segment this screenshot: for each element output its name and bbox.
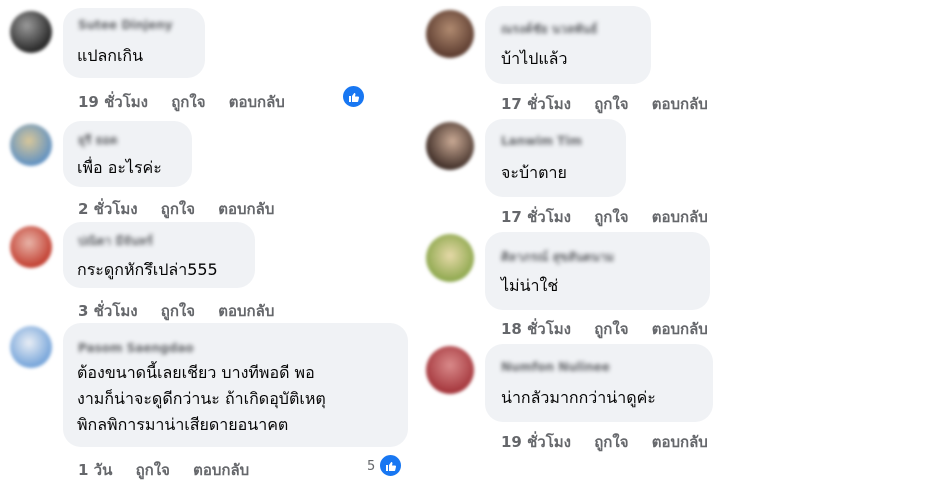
avatar[interactable] — [426, 234, 474, 282]
comment-text: จะบ้าตาย — [501, 163, 567, 182]
reply-button[interactable]: ตอบกลับ — [193, 461, 249, 479]
like-button[interactable]: ถูกใจ — [594, 95, 628, 113]
comment-timestamp[interactable]: 17 ชั่วโมง — [501, 208, 571, 226]
comment-author[interactable]: ณรงค์ชัย นวลพันธ์ — [501, 20, 598, 39]
avatar[interactable] — [426, 346, 474, 394]
comment-bubble — [485, 6, 651, 84]
comment-meta: 1 วัน ถูกใจ ตอบกลับ — [78, 458, 267, 482]
comment-meta: 17 ชั่วโมง ถูกใจ ตอบกลับ — [501, 205, 726, 229]
avatar[interactable] — [426, 122, 474, 170]
comment-author[interactable]: ศิลาภรณ์ สุขสันตนาม — [501, 248, 614, 267]
reply-button[interactable]: ตอบกลับ — [218, 302, 274, 320]
like-button[interactable]: ถูกใจ — [136, 461, 170, 479]
thumbs-up-icon[interactable] — [341, 84, 366, 109]
avatar[interactable] — [10, 11, 52, 53]
comment-timestamp[interactable]: 19 ชั่วโมง — [501, 433, 571, 451]
comment-meta: 19 ชั่วโมง ถูกใจ ตอบกลับ — [78, 90, 303, 114]
avatar[interactable] — [10, 226, 52, 268]
comment-bubble — [485, 232, 710, 310]
comment-text: น่ากลัวมากกว่าน่าดูค่ะ — [501, 388, 656, 407]
comment-text: บ้าไปแล้ว — [501, 49, 568, 68]
reply-button[interactable]: ตอบกลับ — [652, 320, 708, 338]
comment-bubble — [485, 119, 626, 197]
comment-timestamp[interactable]: 17 ชั่วโมง — [501, 95, 571, 113]
like-button[interactable]: ถูกใจ — [594, 208, 628, 226]
comment-author[interactable]: ปณิตา มีจันทร์ — [78, 232, 153, 251]
like-button[interactable]: ถูกใจ — [594, 433, 628, 451]
reaction-count[interactable]: 5 — [367, 459, 375, 474]
comment-text: พิกลพิการมาน่าเสียดายอนาคต — [77, 415, 289, 434]
avatar[interactable] — [10, 124, 52, 166]
comment-timestamp[interactable]: 19 ชั่วโมง — [78, 93, 148, 111]
comment-timestamp[interactable]: 18 ชั่วโมง — [501, 320, 571, 338]
like-button[interactable]: ถูกใจ — [161, 200, 195, 218]
comment-timestamp[interactable]: 1 วัน — [78, 461, 112, 479]
like-button[interactable]: ถูกใจ — [594, 320, 628, 338]
comment-text: แปลกเกิน — [77, 46, 144, 65]
reply-button[interactable]: ตอบกลับ — [652, 95, 708, 113]
comment-meta: 19 ชั่วโมง ถูกใจ ตอบกลับ — [501, 430, 726, 454]
comment-timestamp[interactable]: 3 ชั่วโมง — [78, 302, 138, 320]
comment-text: ต้องขนาดนี้เลยเชียว บางทีพอดี พอ — [77, 363, 315, 382]
reply-button[interactable]: ตอบกลับ — [652, 433, 708, 451]
avatar[interactable] — [426, 10, 474, 58]
comment-author[interactable]: Sutee Dinjeny — [78, 18, 173, 32]
comment-timestamp[interactable]: 2 ชั่วโมง — [78, 200, 138, 218]
comment-author[interactable]: Pasom Saengdao — [78, 341, 194, 355]
comment-meta: 18 ชั่วโมง ถูกใจ ตอบกลับ — [501, 317, 726, 341]
reply-button[interactable]: ตอบกลับ — [652, 208, 708, 226]
like-button[interactable]: ถูกใจ — [161, 302, 195, 320]
comment-text: ไม่น่าใช่ — [501, 276, 559, 295]
comment-meta: 3 ชั่วโมง ถูกใจ ตอบกลับ — [78, 299, 292, 323]
comment-author[interactable]: Numfon Nulinee — [501, 360, 610, 374]
comment-bubble — [485, 344, 713, 422]
reply-button[interactable]: ตอบกลับ — [229, 93, 285, 111]
comment-author[interactable]: ยุรี ยอด — [78, 131, 118, 150]
avatar[interactable] — [10, 326, 52, 368]
like-button[interactable]: ถูกใจ — [171, 93, 205, 111]
thumbs-up-icon[interactable] — [378, 453, 403, 478]
comment-meta: 2 ชั่วโมง ถูกใจ ตอบกลับ — [78, 197, 292, 221]
comment-text: งามก็น่าจะดูดีกว่านะ ถ้าเกิดอุบัติเหตุ — [77, 389, 326, 408]
comment-text: กระดูกหักรึเปล่า555 — [77, 260, 218, 279]
comment-author[interactable]: Lanwim Tim — [501, 134, 582, 148]
comment-meta: 17 ชั่วโมง ถูกใจ ตอบกลับ — [501, 92, 726, 116]
comment-text: เพื่อ อะไรค่ะ — [77, 158, 162, 177]
reply-button[interactable]: ตอบกลับ — [218, 200, 274, 218]
